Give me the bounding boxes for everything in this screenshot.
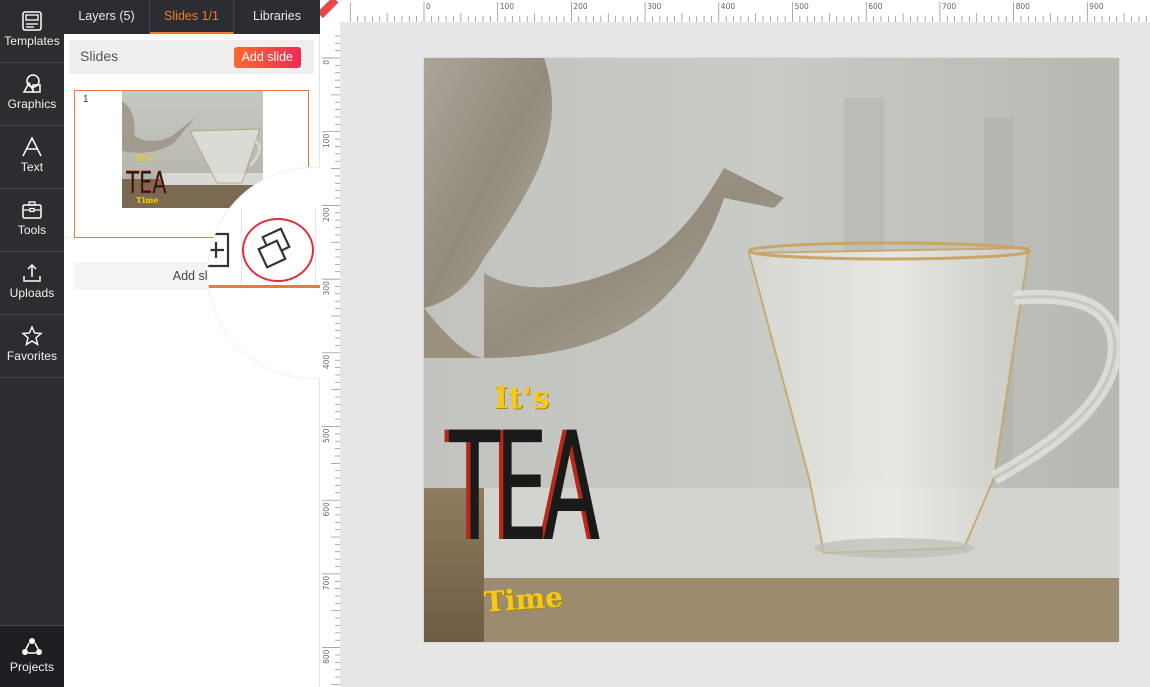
slides-title: Slides	[80, 48, 119, 64]
rail-item-projects[interactable]: Projects	[0, 625, 64, 687]
thumb-text-its: It's	[136, 154, 152, 164]
uploads-icon	[23, 263, 41, 282]
ruler-label: 200	[573, 2, 588, 11]
ruler-vertical-marks: 0 100 200 300 400 500 600 700 800	[322, 35, 340, 685]
design-canvas[interactable]: It's TEA Time	[424, 58, 1119, 642]
add-slide-icon[interactable]	[208, 228, 238, 272]
panel-tabs: Layers (5) Slides 1/1 Libraries	[64, 0, 320, 34]
add-slide-button[interactable]: Add slide	[233, 47, 301, 68]
ruler-label: 400	[721, 2, 736, 11]
ruler-horizontal: 0 100 200 300 400 500 600 700 800 900	[340, 0, 1150, 22]
ruler-label: 800	[1016, 2, 1031, 11]
ruler-label: 200	[322, 207, 331, 222]
tab-slides[interactable]: Slides 1/1	[150, 0, 234, 34]
slide-number: 1	[83, 94, 89, 105]
ruler-label: 700	[942, 2, 957, 11]
duplicate-slide-button[interactable]	[238, 218, 316, 282]
text-icon	[22, 136, 42, 157]
rail-item-tools[interactable]: Tools	[0, 189, 64, 252]
ruler-label: 100	[500, 2, 515, 11]
rail-item-text[interactable]: Text	[0, 126, 64, 189]
ruler-label: 900	[1089, 2, 1104, 11]
design-text-tea[interactable]: TEA	[449, 413, 600, 563]
ruler-label: 100	[322, 133, 331, 148]
rail-item-favorites[interactable]: Favorites	[0, 315, 64, 378]
ruler-label: 500	[795, 2, 810, 11]
ruler-label: 300	[322, 281, 331, 296]
graphics-icon	[22, 74, 41, 93]
tab-libraries[interactable]: Libraries	[234, 0, 320, 34]
projects-icon	[22, 638, 42, 655]
rail-label-uploads: Uploads	[9, 286, 55, 300]
tab-layers[interactable]: Layers (5)	[64, 0, 150, 34]
favorites-icon	[21, 325, 43, 346]
rail-label-graphics: Graphics	[7, 97, 57, 111]
rail-label-templates: Templates	[4, 34, 60, 48]
ruler-vertical: 0 100 200 300 400 500 600 700 800	[320, 22, 340, 687]
slides-header: Slides Add slide	[69, 40, 314, 74]
rail-item-uploads[interactable]: Uploads	[0, 252, 64, 315]
slide-thumbnail[interactable]: It's TEA Time	[122, 91, 263, 208]
ruler-label: 0	[322, 60, 331, 65]
ruler-horizontal-marks: 0 100 200 300 400 500 600 700 800 900	[349, 2, 1147, 22]
ruler-label: 600	[322, 502, 331, 517]
ruler-unit-icon	[317, 0, 339, 19]
ruler-label: 600	[868, 2, 883, 11]
design-text-time[interactable]: Time	[483, 580, 564, 618]
rail-label-projects: Projects	[9, 660, 55, 674]
ruler-label: 500	[322, 428, 331, 443]
ruler-label: 300	[647, 2, 662, 11]
rail-label-favorites: Favorites	[6, 349, 58, 363]
slide-thumbnail-image: It's TEA Time	[122, 91, 263, 208]
rail-label-tools: Tools	[17, 223, 47, 237]
tools-icon	[22, 201, 42, 219]
ruler-label: 400	[322, 355, 331, 370]
ruler-label: 0	[426, 2, 431, 11]
rail-item-templates[interactable]: Templates	[0, 0, 64, 63]
templates-icon	[22, 11, 42, 31]
left-rail: Templates Graphics Text Tools Uploads Fa…	[0, 0, 64, 687]
duplicate-highlight-ring	[242, 218, 314, 282]
ruler-label: 800	[322, 649, 331, 664]
thumb-text-time: Time	[136, 195, 159, 205]
rail-label-text: Text	[20, 160, 44, 174]
ruler-label: 700	[322, 576, 331, 591]
rail-item-graphics[interactable]: Graphics	[0, 63, 64, 126]
ruler-corner[interactable]	[317, 0, 340, 22]
